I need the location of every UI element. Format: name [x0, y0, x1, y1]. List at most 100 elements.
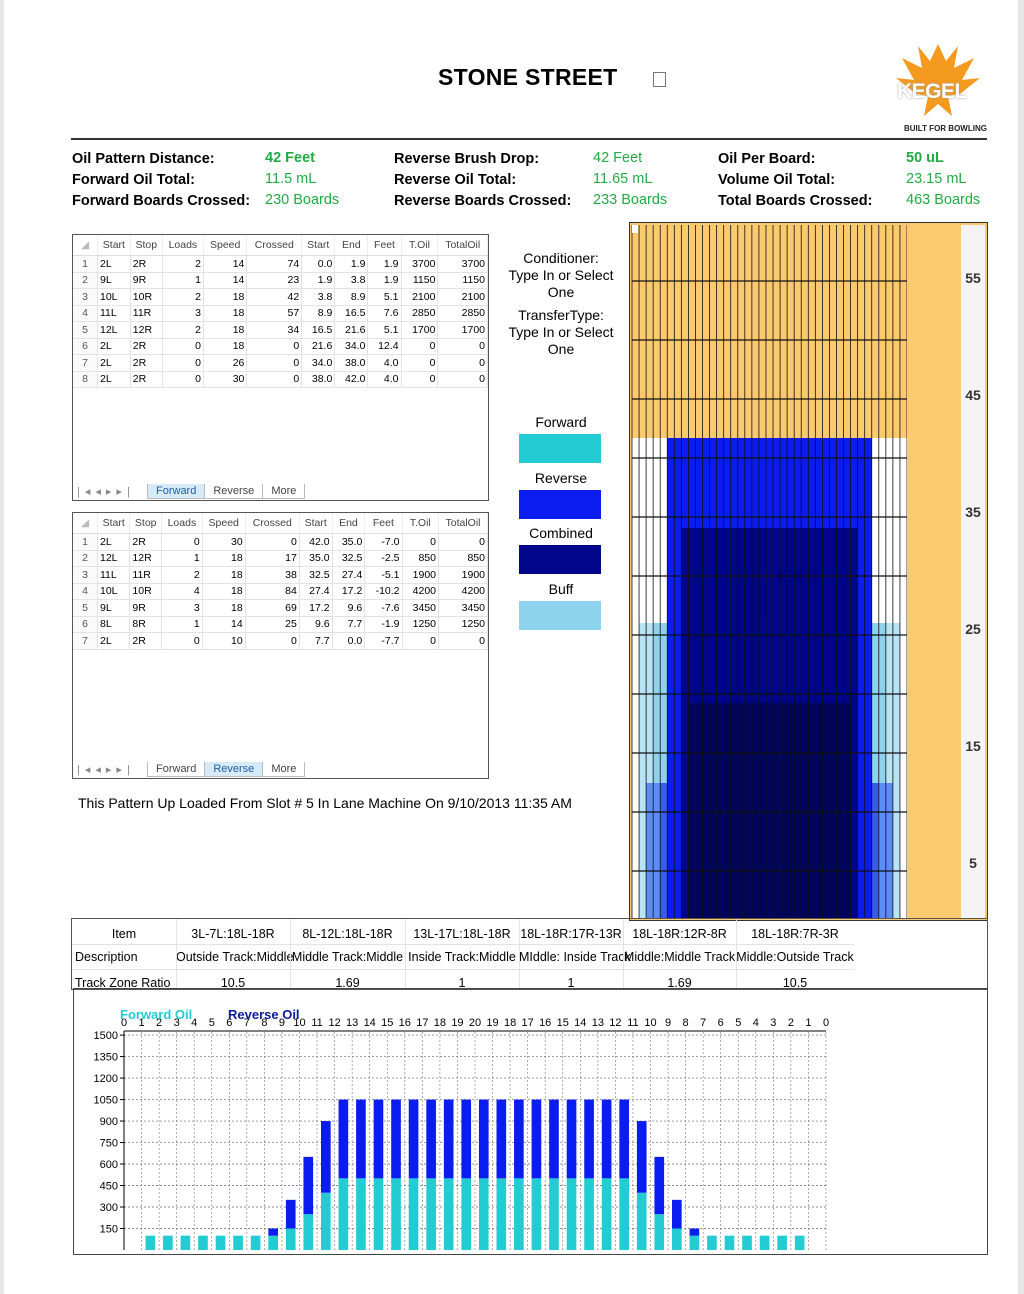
forward-cell[interactable]: 2L [97, 255, 131, 273]
reverse-cell[interactable]: 1 [73, 533, 98, 551]
reverse-cell[interactable]: 35.0 [332, 533, 366, 551]
forward-cell[interactable]: 12.4 [367, 338, 402, 355]
reverse-cell[interactable]: 0 [438, 632, 488, 650]
forward-cell[interactable]: 3700 [401, 255, 439, 273]
forward-cell[interactable]: 1700 [437, 321, 488, 339]
table-row[interactable]: 5 9L 9R 3 18 69 17.2 9.6 -7.6 3450 3450 [73, 599, 488, 617]
reverse-cell[interactable]: 1250 [402, 616, 440, 633]
forward-cell[interactable]: 8.9 [334, 288, 369, 306]
reverse-cell[interactable]: 3450 [438, 599, 488, 617]
reverse-cell[interactable]: 18 [202, 566, 246, 584]
forward-cell[interactable]: 16.5 [301, 321, 336, 339]
forward-cell[interactable]: 0 [246, 338, 303, 355]
reverse-cell[interactable]: 17.2 [299, 599, 333, 617]
reverse-cell[interactable]: 0.0 [332, 632, 366, 650]
forward-cell[interactable]: 0 [401, 354, 439, 372]
forward-cell[interactable]: 42.0 [334, 371, 369, 388]
forward-cell[interactable]: 16.5 [334, 305, 369, 322]
forward-cell[interactable]: 0 [162, 338, 204, 355]
reverse-cell[interactable]: 0 [402, 632, 440, 650]
forward-cell[interactable]: 2L [97, 354, 131, 372]
reverse-cell[interactable]: 0 [161, 632, 203, 650]
forward-cell[interactable]: 0 [162, 371, 204, 388]
forward-cell[interactable]: 2 [162, 288, 204, 306]
reverse-cell[interactable]: 35.0 [299, 550, 333, 567]
forward-cell[interactable]: 34.0 [301, 354, 336, 372]
forward-cell[interactable]: 1.9 [367, 255, 402, 273]
reverse-tab-forward[interactable]: Forward [147, 761, 206, 777]
forward-cell[interactable]: 5.1 [367, 288, 402, 306]
reverse-cell[interactable]: 3 [161, 599, 203, 617]
reverse-cell[interactable]: 17.2 [332, 583, 366, 600]
reverse-cell[interactable]: 32.5 [332, 550, 366, 567]
forward-cell[interactable]: 26 [203, 354, 248, 372]
forward-cell[interactable]: 2L [97, 338, 131, 355]
forward-cell[interactable]: 21.6 [301, 338, 336, 355]
forward-cell[interactable]: 2R [130, 255, 163, 273]
forward-cell[interactable]: 10R [130, 288, 163, 306]
reverse-cell[interactable]: 27.4 [299, 583, 333, 600]
reverse-cell[interactable]: 4200 [402, 583, 440, 600]
forward-cell[interactable]: 0.0 [301, 255, 336, 273]
reverse-cell[interactable]: -7.6 [364, 599, 403, 617]
reverse-cell[interactable]: 11R [129, 566, 163, 584]
reverse-cell[interactable]: 10R [129, 583, 163, 600]
forward-cell[interactable]: 9L [97, 272, 131, 289]
table-row[interactable]: 3 10L 10R 2 18 42 3.8 8.9 5.1 2100 2100 [73, 288, 488, 306]
forward-cell[interactable]: 2 [73, 272, 98, 289]
forward-cell[interactable]: 3.8 [334, 272, 369, 289]
forward-cell[interactable]: 1.9 [334, 255, 369, 273]
forward-cell[interactable]: 2L [97, 371, 131, 388]
forward-cell[interactable]: 0 [162, 354, 204, 372]
forward-cell[interactable]: 1150 [401, 272, 439, 289]
forward-cell[interactable]: 0 [437, 338, 488, 355]
reverse-cell[interactable]: 42.0 [299, 533, 333, 551]
reverse-cell[interactable]: 3 [73, 566, 98, 584]
reverse-cell[interactable]: 1900 [402, 566, 440, 584]
forward-cell[interactable]: 2100 [437, 288, 488, 306]
reverse-cell[interactable]: 10 [202, 632, 246, 650]
reverse-cell[interactable]: 10L [97, 583, 131, 600]
forward-cell[interactable]: 57 [246, 305, 303, 322]
forward-cell[interactable]: 1.9 [367, 272, 402, 289]
reverse-cell[interactable]: 12R [129, 550, 163, 567]
reverse-cell[interactable]: 30 [202, 533, 246, 551]
reverse-cell[interactable]: -5.1 [364, 566, 403, 584]
reverse-cell[interactable]: 8R [129, 616, 163, 633]
forward-cell[interactable]: 14 [203, 272, 248, 289]
table-row[interactable]: 3 11L 11R 2 18 38 32.5 27.4 -5.1 1900 1900 [73, 566, 488, 584]
forward-tab-more[interactable]: More [262, 483, 306, 499]
forward-cell[interactable]: 7 [73, 354, 98, 372]
reverse-cell[interactable]: 1 [161, 616, 203, 633]
reverse-cell[interactable]: 84 [245, 583, 300, 600]
forward-cell[interactable]: 34.0 [334, 338, 369, 355]
reverse-cell[interactable]: 2L [97, 533, 131, 551]
table-row[interactable]: 6 2L 2R 0 18 0 21.6 34.0 12.4 0 0 [73, 338, 488, 355]
reverse-cell[interactable]: 18 [202, 599, 246, 617]
forward-cell[interactable]: 0 [246, 354, 303, 372]
table-row[interactable]: 1 2L 2R 0 30 0 42.0 35.0 -7.0 0 0 [73, 533, 488, 551]
reverse-sheet-nav-icon[interactable]: |◂◂▸▸| [73, 763, 147, 776]
forward-cell[interactable]: 11R [130, 305, 163, 322]
forward-cell[interactable]: 6 [73, 338, 98, 355]
forward-cell[interactable]: 10L [97, 288, 131, 306]
forward-cell[interactable]: 18 [203, 338, 248, 355]
reverse-cell[interactable]: 27.4 [332, 566, 366, 584]
forward-cell[interactable]: 9R [130, 272, 163, 289]
reverse-cell[interactable]: -7.7 [364, 632, 403, 650]
forward-cell[interactable]: 18 [203, 288, 248, 306]
reverse-cell[interactable]: -7.0 [364, 533, 403, 551]
reverse-cell[interactable]: 1900 [438, 566, 488, 584]
reverse-tab-reverse[interactable]: Reverse [204, 761, 264, 777]
forward-cell[interactable]: 38.0 [334, 354, 369, 372]
forward-cell[interactable]: 11L [97, 305, 131, 322]
reverse-cell[interactable]: 0 [438, 533, 488, 551]
table-row[interactable]: 1 2L 2R 2 14 74 0.0 1.9 1.9 3700 3700 [73, 255, 488, 273]
table-row[interactable]: 7 2L 2R 0 26 0 34.0 38.0 4.0 0 0 [73, 354, 488, 372]
reverse-cell[interactable]: 4 [161, 583, 203, 600]
forward-cell[interactable]: 0 [401, 338, 439, 355]
forward-cell[interactable]: 1700 [401, 321, 439, 339]
reverse-cell[interactable]: 69 [245, 599, 300, 617]
forward-cell[interactable]: 5.1 [367, 321, 402, 339]
forward-cell[interactable]: 0 [246, 371, 303, 388]
